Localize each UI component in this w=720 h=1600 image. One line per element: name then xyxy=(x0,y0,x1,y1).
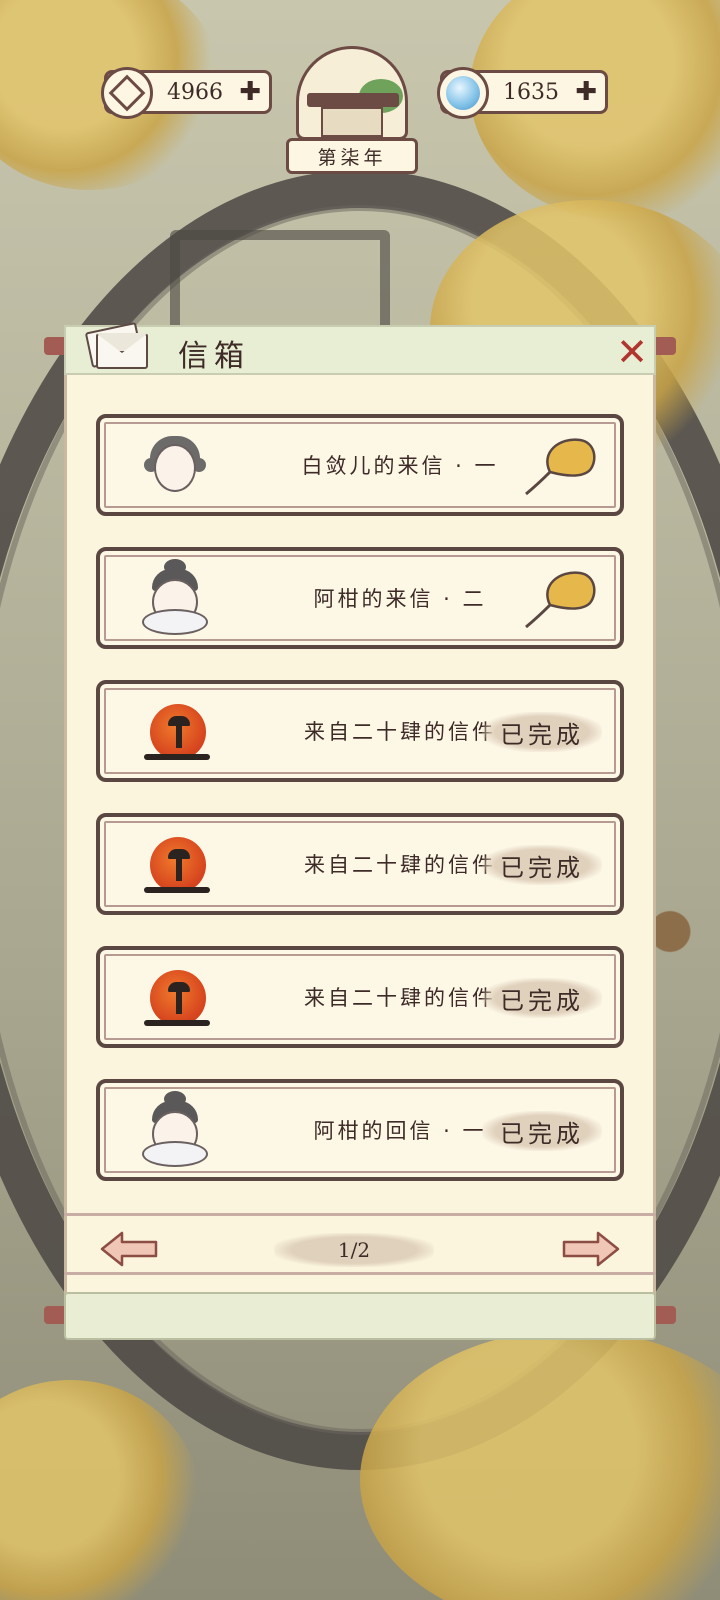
water-drop-icon xyxy=(437,67,489,119)
letter-card[interactable]: 来自二十肆的信件 已完成 xyxy=(96,680,624,782)
page-indicator: 1/2 xyxy=(274,1233,434,1267)
add-coins-icon[interactable]: ✚ xyxy=(239,79,261,105)
coins-counter[interactable]: 4966 ✚ xyxy=(101,67,272,119)
year-label: 第柒年 xyxy=(286,138,418,174)
water-value: 1635 xyxy=(503,79,559,105)
girl-avatar xyxy=(140,1091,210,1167)
mail-envelope-icon xyxy=(84,321,150,375)
letter-card[interactable]: 阿柑的来信 · 二 xyxy=(96,547,624,649)
pagination: 1/2 xyxy=(64,1213,656,1287)
divider xyxy=(64,1272,656,1275)
scroll-bottom-rod xyxy=(64,1292,656,1340)
letter-card[interactable]: 阿柑的回信 · 一 已完成 xyxy=(96,1079,624,1181)
close-icon[interactable]: ✕ xyxy=(612,333,652,371)
mailbox-header: 信箱 xyxy=(64,321,656,375)
coin-icon xyxy=(101,67,153,119)
letter-card[interactable]: 白敛儿的来信 · 一 xyxy=(96,414,624,516)
letter-title: 白敛儿的来信 · 一 xyxy=(301,454,499,478)
water-counter[interactable]: 1635 ✚ xyxy=(437,67,608,119)
sun-mushroom-avatar xyxy=(140,962,210,1034)
lady-avatar xyxy=(140,430,210,502)
ginkgo-leaf-icon xyxy=(525,438,596,496)
add-water-icon[interactable]: ✚ xyxy=(575,79,597,105)
ginkgo-leaf-icon xyxy=(525,571,596,629)
girl-avatar xyxy=(140,559,210,635)
completed-badge: 已完成 xyxy=(482,1111,602,1151)
coins-value: 4966 xyxy=(167,79,223,105)
completed-badge: 已完成 xyxy=(482,978,602,1018)
letter-card[interactable]: 来自二十肆的信件 已完成 xyxy=(96,946,624,1048)
completed-badge: 已完成 xyxy=(482,845,602,885)
mailbox-title: 信箱 xyxy=(178,339,250,374)
completed-badge: 已完成 xyxy=(482,712,602,752)
sun-mushroom-avatar xyxy=(140,829,210,901)
letter-title: 阿柑的来信 · 二 xyxy=(313,587,487,611)
letter-card[interactable]: 来自二十肆的信件 已完成 xyxy=(96,813,624,915)
sun-mushroom-avatar xyxy=(140,696,210,768)
next-page-arrow-icon[interactable] xyxy=(560,1229,622,1269)
prev-page-arrow-icon[interactable] xyxy=(98,1229,160,1269)
